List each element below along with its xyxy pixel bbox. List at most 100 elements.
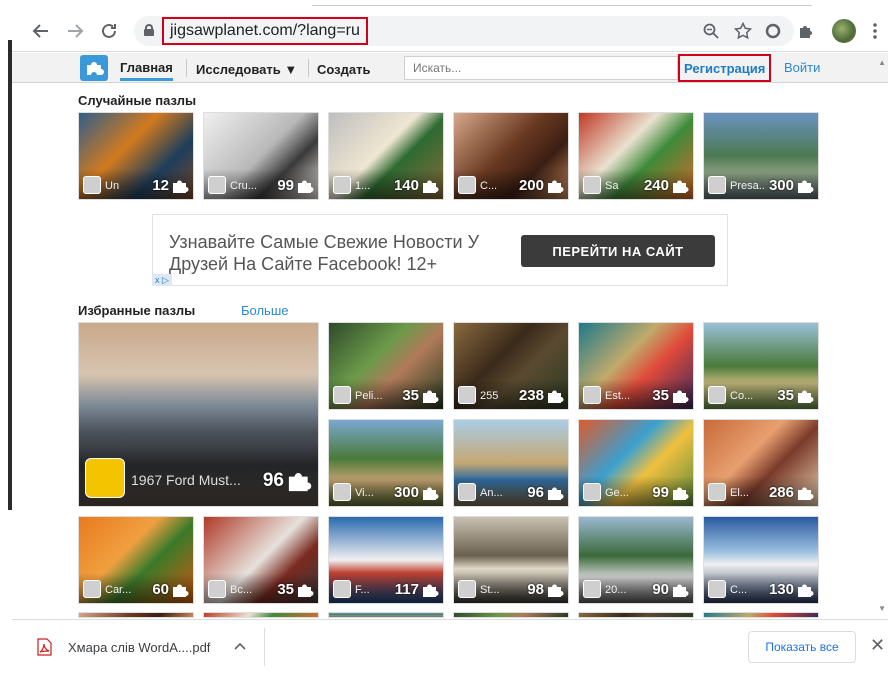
puzzle-name[interactable]: Sa [605,180,641,192]
url-text[interactable]: jigsawplanet.com/?lang=ru [162,17,368,45]
puzzle-name[interactable]: Peli... [355,390,391,402]
puzzle-name[interactable]: C... [480,180,516,192]
puzzle-tile[interactable]: 255 238 [453,322,569,410]
zoom-icon[interactable] [700,20,722,42]
puzzle-tile[interactable]: F... 117 [328,516,444,604]
author-avatar[interactable] [708,176,726,194]
puzzle-name[interactable]: Est... [605,390,641,402]
author-avatar[interactable] [208,176,226,194]
author-avatar[interactable] [583,386,601,404]
reload-icon[interactable] [94,16,124,46]
puzzle-tile[interactable]: Co... 35 [703,322,819,410]
puzzle-tile[interactable]: Bc... 35 [203,516,319,604]
puzzle-tile[interactable]: Car... 60 [78,516,194,604]
puzzle-name[interactable]: Presa... [730,180,766,192]
author-avatar[interactable] [85,458,125,498]
puzzle-name[interactable]: Co... [730,390,766,402]
featured-more-link[interactable]: Больше [241,303,289,318]
puzzle-tile[interactable]: 1... 140 [328,112,444,200]
puzzle-tile[interactable]: St... 98 [453,516,569,604]
puzzle-name[interactable]: Un [105,180,141,192]
puzzle-name[interactable]: An... [480,487,516,499]
author-avatar[interactable] [83,176,101,194]
extension-icon[interactable] [762,20,784,42]
address-bar[interactable]: jigsawplanet.com/?lang=ru [134,16,794,46]
puzzle-tile[interactable]: Vi... 300 [328,419,444,507]
author-avatar[interactable] [458,580,476,598]
puzzle-tile[interactable]: Ge... 99 [578,419,694,507]
author-avatar[interactable] [333,176,351,194]
puzzle-name[interactable]: 1... [355,180,391,192]
show-all-downloads-button[interactable]: Показать все [748,631,856,663]
puzzle-tile-partial[interactable] [203,612,319,618]
download-options-chevron-icon[interactable] [234,637,246,653]
puzzle-tile[interactable]: Cru... 99 [203,112,319,200]
puzzle-tile[interactable]: Un 12 [78,112,194,200]
star-icon[interactable] [732,20,754,42]
puzzle-name[interactable]: Car... [105,584,141,596]
puzzle-name[interactable]: 1967 Ford Must... [131,472,251,488]
puzzle-tile[interactable]: An... 96 [453,419,569,507]
author-avatar[interactable] [708,386,726,404]
author-avatar[interactable] [458,176,476,194]
puzzle-tile[interactable]: 1967 Ford Must... 96 [78,322,319,507]
puzzle-extension-icon[interactable] [794,20,816,42]
puzzle-tile-partial[interactable] [703,612,819,618]
ad-text[interactable]: Узнавайте Самые Свежие Новости У Друзей … [169,231,519,275]
author-avatar[interactable] [208,580,226,598]
puzzle-name[interactable]: Ge... [605,487,641,499]
profile-avatar[interactable] [832,19,856,43]
puzzle-name[interactable]: St... [480,584,516,596]
author-avatar[interactable] [583,483,601,501]
puzzle-name[interactable]: 20... [605,584,641,596]
search-input[interactable] [404,56,678,80]
ad-close-icon[interactable]: x ▷ [152,274,172,286]
author-avatar[interactable] [458,483,476,501]
author-avatar[interactable] [583,176,601,194]
author-avatar[interactable] [708,580,726,598]
author-avatar[interactable] [708,483,726,501]
menu-dots-icon[interactable] [864,20,886,42]
author-avatar[interactable] [83,580,101,598]
nav-create[interactable]: Создать [317,57,370,81]
register-link[interactable]: Регистрация [678,54,772,82]
author-avatar[interactable] [583,580,601,598]
puzzle-tile[interactable]: 20... 90 [578,516,694,604]
puzzle-tile[interactable]: C... 200 [453,112,569,200]
ad-go-button[interactable]: ПЕРЕЙТИ НА САЙТ [521,235,715,267]
puzzle-name[interactable]: Cru... [230,180,266,192]
puzzle-tile-partial[interactable] [453,612,569,618]
nav-home[interactable]: Главная [120,57,173,81]
puzzle-tile-partial[interactable] [328,612,444,618]
puzzle-piece-count: 300 [768,177,794,194]
close-download-bar-icon[interactable]: ✕ [870,635,885,656]
forward-arrow-icon[interactable] [60,16,90,46]
author-avatar[interactable] [333,483,351,501]
back-arrow-icon[interactable] [26,16,56,46]
puzzle-name[interactable]: 255 [480,390,516,402]
puzzle-tile[interactable]: Sa 240 [578,112,694,200]
puzzle-tile[interactable]: Peli... 35 [328,322,444,410]
scroll-up-arrow-icon[interactable]: ▲ [878,58,886,67]
puzzle-name[interactable]: Bc... [230,584,266,596]
puzzle-name[interactable]: C... [730,584,766,596]
ad-banner[interactable]: Узнавайте Самые Свежие Новости У Друзей … [152,214,728,286]
author-avatar[interactable] [333,386,351,404]
puzzle-tile[interactable]: El... 286 [703,419,819,507]
puzzle-tile[interactable]: C... 130 [703,516,819,604]
download-filename[interactable]: Хмара слів WordA....pdf [68,640,210,655]
puzzle-name[interactable]: El... [730,487,766,499]
puzzle-tile-partial[interactable] [578,612,694,618]
puzzle-tile[interactable]: Presa... 300 [703,112,819,200]
puzzle-name[interactable]: Vi... [355,487,391,499]
puzzle-name[interactable]: F... [355,584,391,596]
author-avatar[interactable] [333,580,351,598]
login-link[interactable]: Войти [784,60,820,75]
author-avatar[interactable] [458,386,476,404]
nav-explore-dropdown[interactable]: Исследовать ▼ [196,57,297,81]
lock-icon[interactable] [144,24,154,36]
puzzle-tile[interactable]: Est... 35 [578,322,694,410]
jigsawplanet-logo[interactable] [80,55,108,81]
puzzle-tile-partial[interactable] [78,612,194,618]
scroll-down-arrow-icon[interactable]: ▼ [878,604,886,613]
